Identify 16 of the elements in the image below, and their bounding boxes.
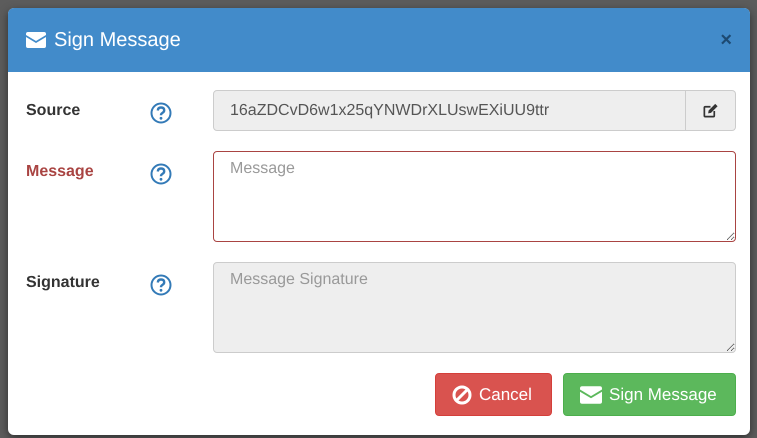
help-icon[interactable] [150, 102, 172, 124]
prohibited-icon [452, 384, 472, 404]
edit-icon [702, 102, 719, 119]
close-button[interactable]: × [720, 28, 732, 52]
help-icon[interactable] [150, 163, 172, 185]
text-area[interactable]: Message [213, 151, 736, 242]
help-icon[interactable] [150, 274, 172, 296]
envelope-icon [26, 32, 46, 48]
field-label: Source [26, 101, 82, 120]
dialog-title: Sign Message [54, 28, 181, 52]
cancel-button[interactable]: Cancel [435, 373, 552, 416]
field-label: Signature [26, 273, 101, 292]
envelope-icon [580, 386, 602, 404]
sign-message-button[interactable]: Sign Message [563, 373, 736, 416]
edit-button[interactable] [686, 90, 736, 131]
field-label: Message [26, 162, 95, 181]
